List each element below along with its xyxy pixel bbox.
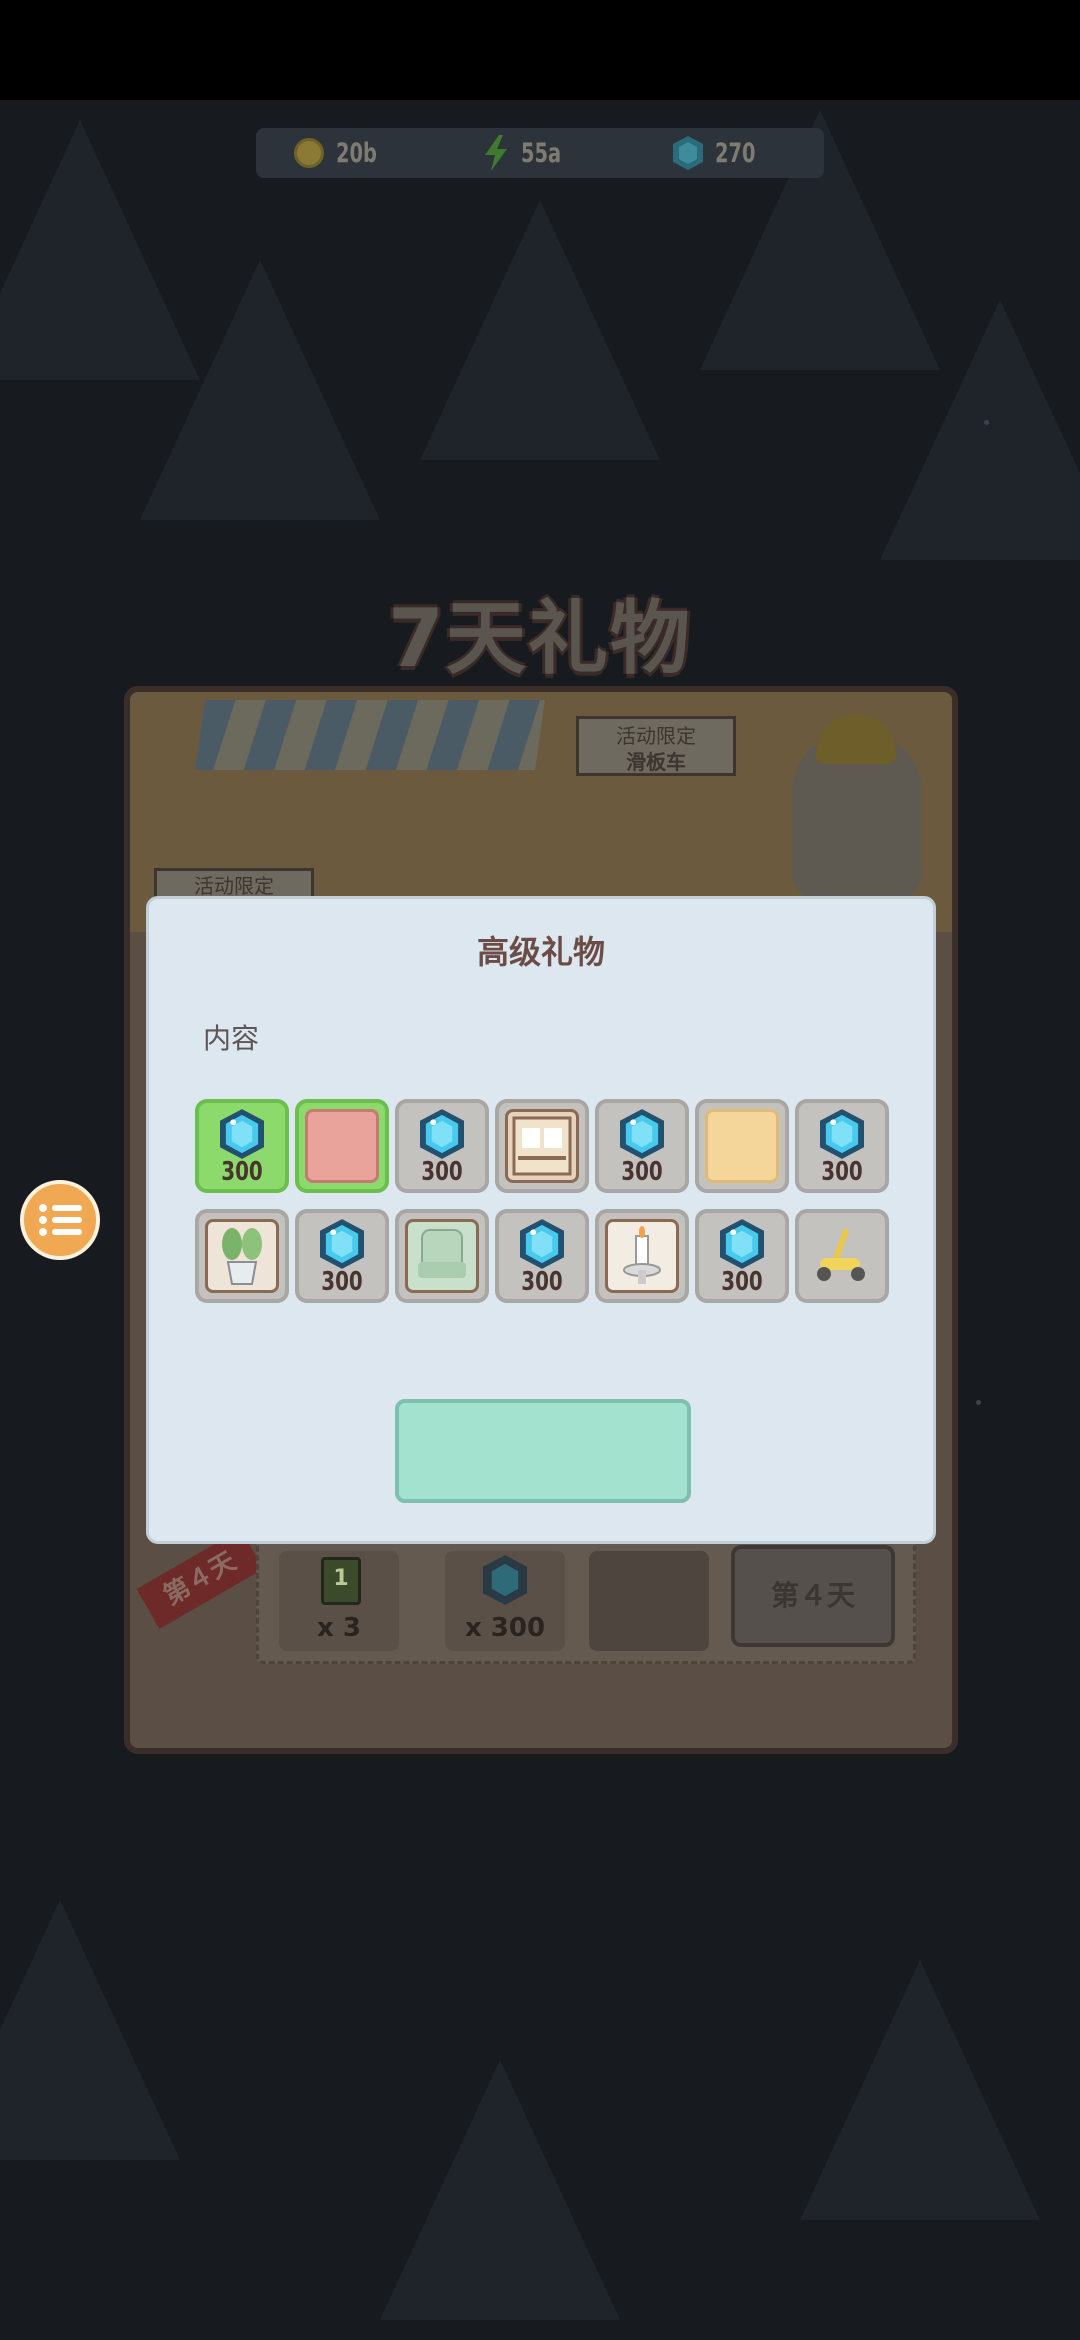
gift-item-gem[interactable]: 300: [495, 1209, 589, 1303]
energy-value: 55a: [521, 137, 562, 169]
gift-items-grid: 300 300 300 300 300 300 300: [195, 1099, 895, 1303]
gem-amount: 300: [321, 1267, 363, 1297]
content-label: 内容: [203, 1022, 260, 1055]
gift-item-furniture-bed[interactable]: [295, 1099, 389, 1193]
confirm-button[interactable]: [395, 1399, 691, 1503]
event-sign-line1: 活动限定: [616, 724, 696, 748]
gem-quantity: x 300: [464, 1613, 546, 1643]
side-menu-button[interactable]: [20, 1180, 100, 1260]
gem-icon: [220, 1109, 264, 1159]
tree-decoration: [420, 200, 660, 460]
gift-item-gem[interactable]: 300: [795, 1099, 889, 1193]
gem-amount: 300: [721, 1267, 763, 1297]
gift-item-furniture-chair[interactable]: [395, 1209, 489, 1303]
gem-counter: 270: [635, 136, 824, 170]
plant-reward: [589, 1551, 709, 1651]
gift-item-plant[interactable]: [195, 1209, 289, 1303]
premium-gift-dialog: 高级礼物 内容 300 300 300 300 300 300 300: [146, 896, 936, 1544]
gem-amount: 300: [221, 1157, 263, 1187]
coin-value: 20b: [336, 137, 377, 169]
gift-item-gem[interactable]: 300: [295, 1209, 389, 1303]
ticket-quantity: x 3: [317, 1613, 361, 1643]
list-icon: [39, 1204, 82, 1236]
dialog-title: 高级礼物: [476, 933, 605, 971]
gift-item-gem[interactable]: 300: [395, 1099, 489, 1193]
stall-illustration: [195, 700, 545, 770]
gem-amount: 300: [521, 1267, 563, 1297]
gem-amount: 300: [821, 1157, 863, 1187]
game-screen: 20b 55a 270 7天礼物 活动限定 滑板车 活动限定 第４天 1 x 3…: [0, 0, 1080, 2340]
gem-icon: [672, 136, 703, 170]
lightning-icon: [483, 135, 509, 171]
gem-value: 270: [714, 137, 756, 169]
candle-icon: [605, 1219, 679, 1293]
gem-icon: [320, 1219, 364, 1269]
gem-icon: [820, 1109, 864, 1159]
gift-item-gem[interactable]: 300: [695, 1209, 789, 1303]
gift-item-gem[interactable]: 300: [595, 1099, 689, 1193]
wallpaper-icon: [705, 1109, 779, 1183]
day-row: 1 x 3 x 300 第４天: [256, 1536, 916, 1664]
gem-icon: [620, 1109, 664, 1159]
gift-item-gem[interactable]: 300: [195, 1099, 289, 1193]
ticket-reward: 1 x 3: [279, 1551, 399, 1651]
resource-bar: 20b 55a 270: [256, 128, 824, 178]
scooter-icon: [805, 1219, 879, 1293]
tree-decoration: [380, 2060, 620, 2320]
star-decoration: [984, 420, 989, 425]
star-decoration: [976, 1400, 981, 1405]
day-4-button[interactable]: 第４天: [731, 1545, 895, 1647]
gift-item-scooter[interactable]: [795, 1209, 889, 1303]
coin-counter: 20b: [256, 138, 445, 169]
gem-icon: [483, 1555, 527, 1605]
furniture-bed-icon: [305, 1109, 379, 1183]
event-sign: 活动限定 滑板车: [576, 716, 736, 776]
gift-item-candle[interactable]: [595, 1209, 689, 1303]
tree-decoration: [800, 1960, 1040, 2220]
gem-icon: [520, 1219, 564, 1269]
gift-item-wallpaper[interactable]: [695, 1099, 789, 1193]
furniture-cabinet-icon: [505, 1109, 579, 1183]
gem-amount: 300: [421, 1157, 463, 1187]
furniture-chair-icon: [405, 1219, 479, 1293]
gift-item-furniture-cabinet[interactable]: [495, 1099, 589, 1193]
plant-icon: [205, 1219, 279, 1293]
ticket-icon: 1: [321, 1557, 361, 1605]
coin-icon: [294, 138, 324, 168]
cat-hat: [816, 714, 896, 764]
tree-decoration: [0, 1900, 180, 2160]
tree-decoration: [140, 260, 380, 520]
gem-icon: [720, 1219, 764, 1269]
gem-amount: 300: [621, 1157, 663, 1187]
status-bar: [0, 0, 1080, 100]
page-title: 7天礼物: [388, 592, 692, 685]
event-sign-line2: 滑板车: [626, 750, 686, 774]
energy-counter: 55a: [445, 135, 634, 171]
tree-decoration: [880, 300, 1080, 560]
gem-icon: [420, 1109, 464, 1159]
gem-reward: x 300: [445, 1551, 565, 1651]
